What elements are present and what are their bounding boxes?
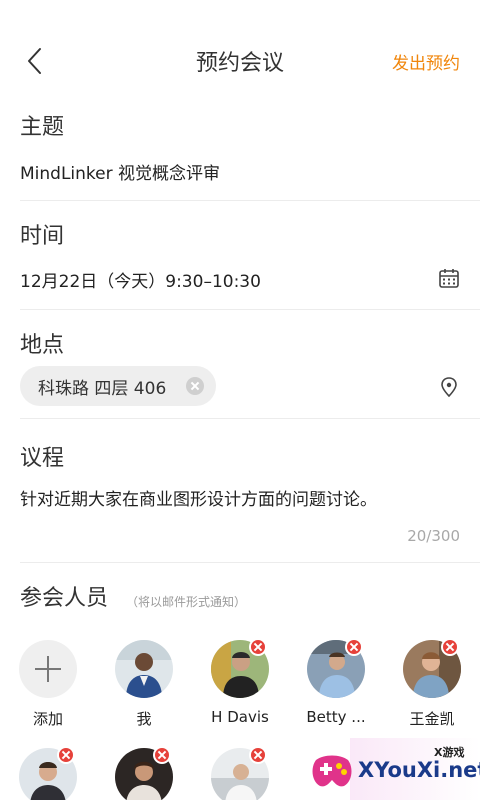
- add-attendee[interactable]: 添加: [12, 640, 84, 729]
- attendee-name: 王金凯: [409, 710, 455, 728]
- agenda-label: 议程: [20, 446, 65, 471]
- remove-attendee-icon[interactable]: [249, 746, 267, 764]
- add-attendee-label: 添加: [32, 710, 63, 728]
- top-bar: 预约会议 发出预约: [0, 0, 480, 120]
- divider: [20, 418, 480, 419]
- attendees-label: 参会人员: [20, 586, 109, 611]
- site-watermark: X游戏 XYouXi.net: [300, 738, 480, 800]
- remove-attendee-icon[interactable]: [345, 638, 363, 656]
- attendee[interactable]: [204, 746, 276, 800]
- location-chip-label: 科珠路 四层 406: [38, 378, 167, 399]
- attendee-name: H Davis: [211, 708, 269, 726]
- character-counter: 20/300: [407, 527, 460, 545]
- time-label: 时间: [20, 224, 65, 249]
- attendee[interactable]: [108, 746, 180, 800]
- attendee[interactable]: Betty ...: [300, 638, 372, 726]
- calendar-icon[interactable]: [438, 267, 460, 289]
- clear-location-icon[interactable]: [186, 377, 204, 395]
- topic-label: 主题: [20, 115, 65, 140]
- divider: [20, 200, 480, 201]
- attendee-name: 我: [136, 710, 152, 728]
- location-label: 地点: [20, 333, 65, 358]
- remove-attendee-icon[interactable]: [57, 746, 75, 764]
- attendee[interactable]: [12, 746, 84, 800]
- gamepad-logo-icon: [312, 755, 352, 787]
- divider: [20, 309, 480, 310]
- remove-attendee-icon[interactable]: [153, 746, 171, 764]
- agenda-input[interactable]: 针对近期大家在商业图形设计方面的问题讨论。: [20, 485, 377, 510]
- topic-input[interactable]: MindLinker 视觉概念评审: [20, 159, 220, 184]
- attendee[interactable]: 王金凯: [396, 638, 468, 729]
- location-chip[interactable]: 科珠路 四层 406: [20, 366, 216, 406]
- attendee[interactable]: 我: [108, 640, 180, 729]
- remove-attendee-icon[interactable]: [441, 638, 459, 656]
- watermark-text: XYouXi.net: [358, 758, 480, 782]
- divider: [20, 562, 480, 563]
- attendee[interactable]: H Davis: [204, 638, 276, 726]
- avatar: [115, 640, 173, 698]
- add-icon[interactable]: [19, 640, 77, 698]
- send-invitation-button[interactable]: 发出预约: [392, 49, 460, 74]
- attendee-name: Betty ...: [306, 708, 366, 726]
- time-value[interactable]: 12月22日（今天）9:30–10:30: [20, 267, 261, 292]
- location-pin-icon[interactable]: [438, 376, 460, 398]
- attendees-note: （将以邮件形式通知）: [126, 595, 247, 609]
- remove-attendee-icon[interactable]: [249, 638, 267, 656]
